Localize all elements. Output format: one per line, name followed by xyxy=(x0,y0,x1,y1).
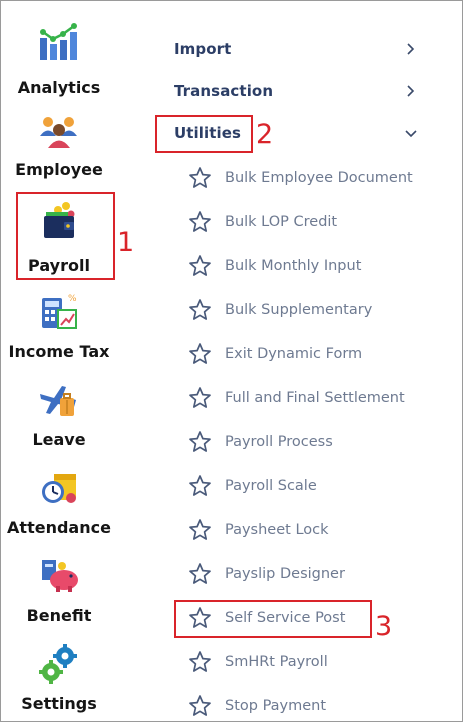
utilities-menu-item[interactable]: Bulk Supplementary xyxy=(188,298,453,324)
analytics-chart-icon xyxy=(40,23,77,60)
airplane-luggage-icon xyxy=(40,386,76,416)
star-icon[interactable] xyxy=(188,210,212,234)
utilities-menu-item-label: Bulk LOP Credit xyxy=(225,214,338,230)
star-icon[interactable] xyxy=(188,650,212,674)
module-label: Employee xyxy=(15,160,103,179)
module-label: Attendance xyxy=(7,518,111,537)
utilities-menu-item-label: SmHRt Payroll xyxy=(225,654,328,670)
star-icon[interactable] xyxy=(188,254,212,278)
menu-group-label: Utilities xyxy=(174,124,242,142)
menu-group-transaction[interactable]: Transaction xyxy=(174,82,434,106)
piggy-bank-icon xyxy=(42,560,78,592)
utilities-menu-item-label: Payslip Designer xyxy=(225,566,345,582)
utilities-menu-item-label: Paysheet Lock xyxy=(225,522,329,538)
svg-text:%: % xyxy=(68,294,77,304)
utilities-menu-item-label: Payroll Process xyxy=(225,434,333,450)
module-label: Settings xyxy=(21,694,97,713)
module-employee[interactable]: Employee xyxy=(0,112,118,184)
utilities-menu-item[interactable]: Paysheet Lock xyxy=(188,518,453,544)
module-benefit[interactable]: Benefit xyxy=(0,556,118,626)
chevron-right-icon xyxy=(407,85,415,97)
utilities-menu-item[interactable]: Bulk Employee Document xyxy=(188,166,453,192)
wallet-icon xyxy=(44,202,75,238)
menu-group-label: Transaction xyxy=(174,82,274,100)
step-marker-2: 2 xyxy=(256,119,274,150)
module-label: Payroll xyxy=(28,256,90,275)
star-icon[interactable] xyxy=(188,474,212,498)
module-attendance[interactable]: Attendance xyxy=(0,468,118,538)
module-label: Benefit xyxy=(26,606,92,625)
module-label: Leave xyxy=(32,430,86,449)
menu-group-import[interactable]: Import xyxy=(174,40,434,64)
tax-calculator-icon: % xyxy=(42,294,77,329)
module-label: Analytics xyxy=(17,78,101,97)
people-group-icon xyxy=(40,117,77,148)
utilities-menu-item-label: Stop Payment xyxy=(225,698,327,714)
self-service-post-highlight-box xyxy=(174,600,372,638)
utilities-menu-item-label: Bulk Monthly Input xyxy=(225,258,362,274)
utilities-menu-item-label: Full and Final Settlement xyxy=(225,390,405,406)
module-analytics[interactable]: Analytics xyxy=(0,22,118,100)
chevron-down-icon xyxy=(405,130,417,138)
utilities-menu-item[interactable]: Payslip Designer xyxy=(188,562,453,588)
menu-group-label: Import xyxy=(174,40,232,58)
star-icon[interactable] xyxy=(188,430,212,454)
step-marker-3: 3 xyxy=(375,611,393,642)
module-income-tax[interactable]: % Income Tax xyxy=(0,292,118,362)
utilities-menu-item-label: Exit Dynamic Form xyxy=(225,346,363,362)
utilities-menu-item-label: Payroll Scale xyxy=(225,478,317,494)
utilities-menu-item[interactable]: Payroll Process xyxy=(188,430,453,456)
utilities-menu-item[interactable]: Full and Final Settlement xyxy=(188,386,453,412)
utilities-menu-item[interactable]: SmHRt Payroll xyxy=(188,650,453,676)
attendance-clock-icon xyxy=(42,474,76,503)
star-icon[interactable] xyxy=(188,386,212,410)
module-leave[interactable]: Leave xyxy=(0,380,118,450)
menu-group-utilities[interactable]: Utilities xyxy=(174,124,434,148)
star-icon[interactable] xyxy=(188,298,212,322)
utilities-menu-item[interactable]: Exit Dynamic Form xyxy=(188,342,453,368)
star-icon[interactable] xyxy=(188,518,212,542)
star-icon[interactable] xyxy=(188,694,212,718)
star-icon[interactable] xyxy=(188,166,212,190)
gears-icon xyxy=(39,644,77,684)
utilities-menu-item[interactable]: Payroll Scale xyxy=(188,474,453,500)
chevron-right-icon xyxy=(407,43,415,55)
module-settings[interactable]: Settings xyxy=(0,644,118,716)
module-label: Income Tax xyxy=(8,342,110,361)
star-icon[interactable] xyxy=(188,562,212,586)
star-icon[interactable] xyxy=(188,342,212,366)
utilities-menu-item-label: Bulk Employee Document xyxy=(225,170,413,186)
module-payroll[interactable]: Payroll xyxy=(0,200,118,275)
utilities-menu-item[interactable]: Bulk Monthly Input xyxy=(188,254,453,280)
utilities-menu-item[interactable]: Bulk LOP Credit xyxy=(188,210,453,236)
utilities-menu-item[interactable]: Stop Payment xyxy=(188,694,453,720)
utilities-menu-item-label: Bulk Supplementary xyxy=(225,302,373,318)
step-marker-1: 1 xyxy=(117,227,135,258)
